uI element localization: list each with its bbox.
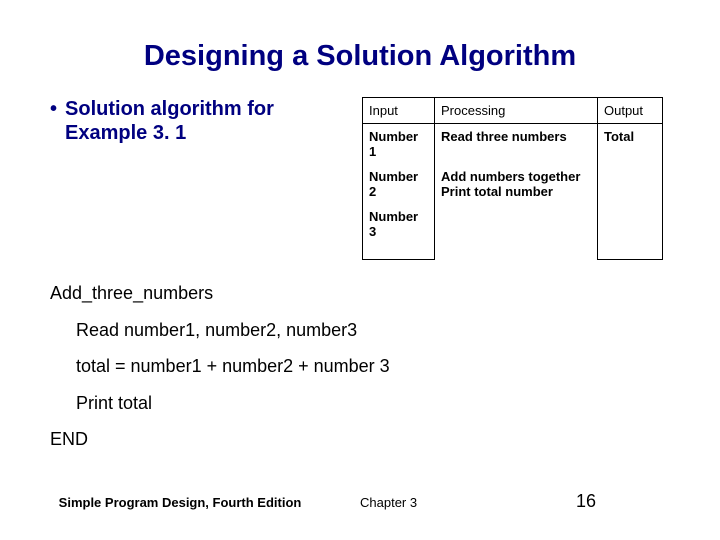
content-row: • Solution algorithm for Example 3. 1 In…: [50, 97, 670, 260]
footer-book-title: Simple Program Design, Fourth Edition: [0, 495, 360, 510]
slide-title: Designing a Solution Algorithm: [50, 40, 670, 73]
cell-output: [598, 164, 663, 204]
cell-processing: Read three numbers: [435, 124, 598, 165]
footer: Simple Program Design, Fourth Edition Ch…: [0, 491, 720, 512]
bullet-item: • Solution algorithm for Example 3. 1: [50, 97, 340, 145]
bullet-dot-icon: •: [50, 97, 57, 121]
cell-input: Number 1: [363, 124, 435, 165]
footer-page-number: 16: [576, 491, 720, 512]
th-output: Output: [598, 98, 663, 124]
algorithm-block: Add_three_numbers Read number1, number2,…: [50, 282, 670, 451]
cell-input: Number 2: [363, 164, 435, 204]
table-row: Number 2 Add numbers together Print tota…: [363, 164, 663, 204]
footer-chapter: Chapter 3: [360, 495, 576, 510]
algo-name: Add_three_numbers: [50, 282, 670, 305]
cell-processing: Add numbers together Print total number: [435, 164, 598, 260]
algo-step: Print total: [76, 392, 670, 415]
algo-end: END: [50, 428, 670, 451]
cell-proc-line1: Add numbers together: [441, 169, 580, 184]
table-row: Number 1 Read three numbers Total: [363, 124, 663, 165]
cell-input: Number 3: [363, 204, 435, 260]
cell-proc-line2: Print total number: [441, 184, 553, 199]
bullet-text: Solution algorithm for Example 3. 1: [65, 97, 340, 145]
cell-output: Total: [598, 124, 663, 165]
algo-step: total = number1 + number2 + number 3: [76, 355, 670, 378]
th-processing: Processing: [435, 98, 598, 124]
cell-output: [598, 204, 663, 260]
slide: Designing a Solution Algorithm • Solutio…: [0, 0, 720, 540]
th-input: Input: [363, 98, 435, 124]
ipo-table: Input Processing Output Number 1 Read th…: [362, 97, 663, 260]
table-header-row: Input Processing Output: [363, 98, 663, 124]
algo-step: Read number1, number2, number3: [76, 319, 670, 342]
